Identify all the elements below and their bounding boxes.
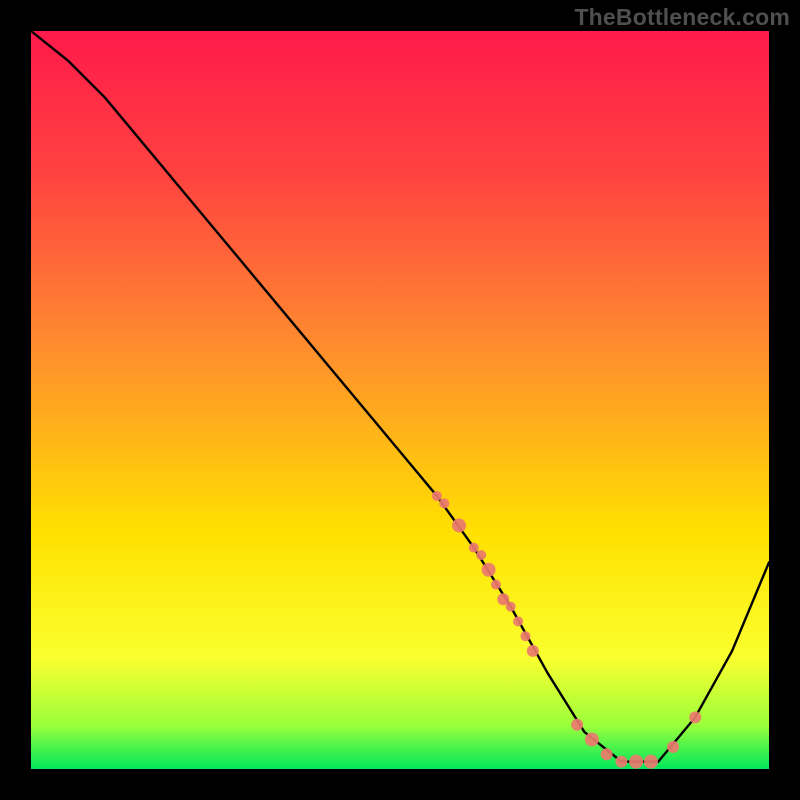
data-point <box>476 550 486 560</box>
data-point <box>432 491 442 501</box>
data-point <box>601 748 613 760</box>
chart-svg <box>31 31 769 769</box>
data-point <box>629 755 643 769</box>
data-point <box>644 755 658 769</box>
data-point <box>469 543 479 553</box>
data-point <box>689 711 701 723</box>
data-point <box>585 732 599 746</box>
data-point <box>571 719 583 731</box>
data-point <box>667 741 679 753</box>
chart-plot-area <box>31 31 769 769</box>
data-point <box>452 518 466 532</box>
data-point <box>482 563 496 577</box>
watermark-text: TheBottleneck.com <box>574 4 790 31</box>
data-point <box>439 498 449 508</box>
data-point <box>615 756 627 768</box>
data-point <box>520 631 530 641</box>
data-point <box>491 580 501 590</box>
page-frame: TheBottleneck.com <box>0 0 800 800</box>
data-point <box>506 602 516 612</box>
data-point <box>513 616 523 626</box>
data-point <box>527 645 539 657</box>
